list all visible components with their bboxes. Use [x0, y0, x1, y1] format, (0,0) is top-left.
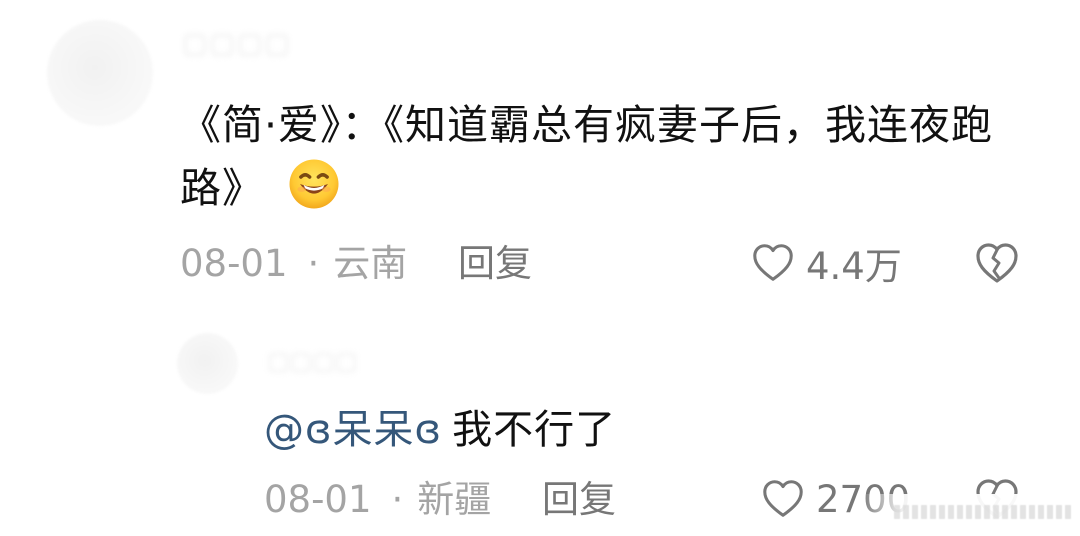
grinning-face-icon	[289, 159, 339, 209]
reply-location: 新疆	[417, 478, 492, 521]
avatar[interactable]	[47, 20, 153, 126]
heart-outline-icon	[763, 480, 803, 517]
like-count: 4.4万	[806, 245, 902, 288]
reply-date: 08-01	[264, 478, 372, 521]
username-blurred: ▢▢▢▢	[182, 28, 293, 59]
mention-link[interactable]: @ɞ呆呆ɞ	[264, 407, 442, 453]
watermark-overlay	[860, 494, 1080, 532]
reply-button[interactable]: 回复	[542, 478, 616, 522]
broken-heart-icon[interactable]	[972, 238, 1022, 288]
comment-meta: 08-01 · 云南	[180, 242, 407, 286]
reply-text: @ɞ呆呆ɞ 我不行了	[264, 404, 616, 456]
meta-separator: ·	[307, 242, 320, 285]
avatar[interactable]	[177, 333, 238, 394]
username-blurred: ▢▢▢▢	[267, 347, 358, 375]
comment-location: 云南	[333, 242, 408, 285]
comment-date: 08-01	[180, 242, 288, 285]
like-button[interactable]: 4.4万	[750, 239, 902, 288]
heart-outline-icon	[753, 244, 793, 281]
reply-button[interactable]: 回复	[458, 242, 532, 286]
reply-meta: 08-01 · 新疆	[264, 478, 491, 522]
comment-text: 《简·爱》：《知道霸总有疯妻子后，我连夜跑路》	[180, 94, 1040, 219]
reply-body: 我不行了	[452, 407, 617, 453]
meta-separator: ·	[391, 478, 404, 521]
